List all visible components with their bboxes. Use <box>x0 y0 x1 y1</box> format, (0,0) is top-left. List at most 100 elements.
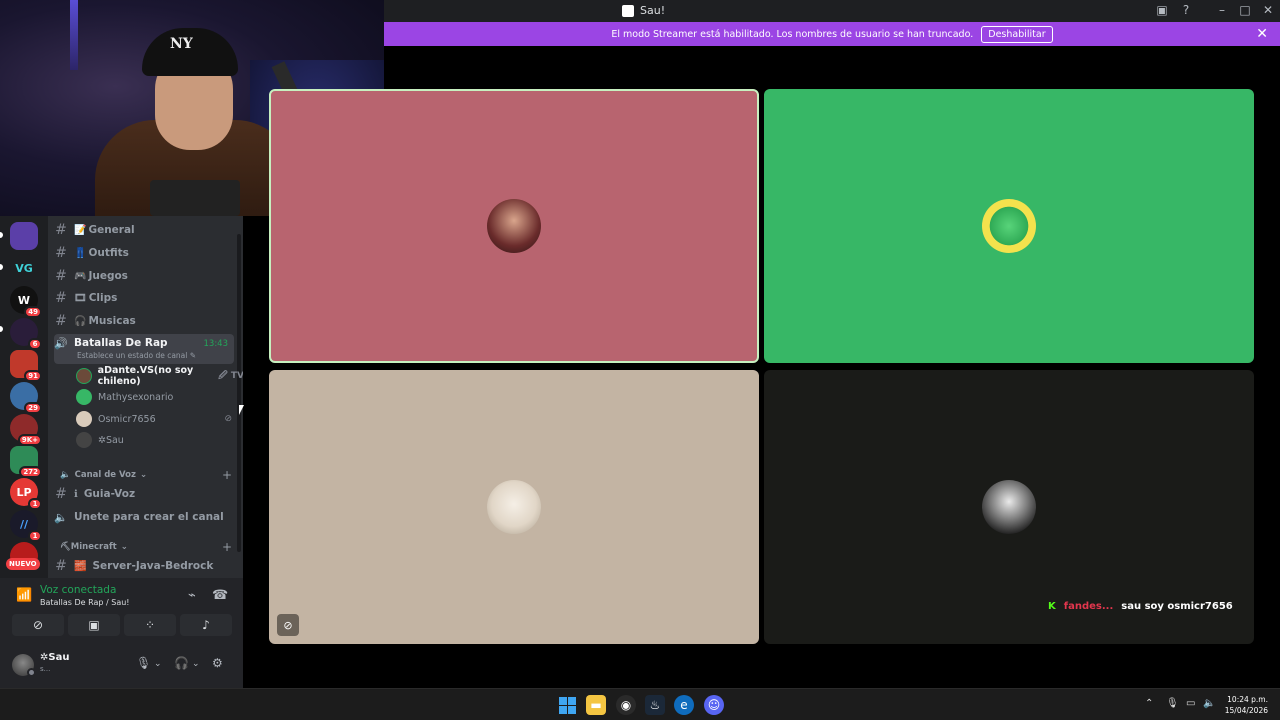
category-canal-de-voz[interactable]: 🔈 Canal de Voz ⌄ + <box>60 468 232 482</box>
channel-juegos[interactable]: # 🎮 Juegos <box>54 265 234 287</box>
windows-icon <box>558 696 576 714</box>
system-clock[interactable]: 10:24 p.m. 15/04/2026 <box>1225 694 1268 716</box>
voice-status: Voz conectada <box>40 584 117 596</box>
chrome-icon[interactable]: ◉ <box>616 695 636 715</box>
camera-button[interactable]: ⊘ <box>12 614 64 636</box>
volume-icon[interactable]: 🔈 <box>1203 698 1215 709</box>
participant-avatar <box>982 199 1036 253</box>
discord-icon[interactable]: ☺ <box>704 695 724 715</box>
channel-name: Clips <box>88 292 118 304</box>
voice-user-name: ✲Sau <box>98 434 124 446</box>
close-window-button[interactable]: ✕ <box>1260 3 1276 17</box>
channel-musicas[interactable]: # 🎧 Musicas <box>54 310 234 332</box>
banner-close-icon[interactable]: ✕ <box>1256 26 1268 42</box>
chevron-down-icon[interactable]: ⌄ <box>154 659 162 669</box>
channel-guia-voz[interactable]: # ℹ Guia-Voz <box>54 483 234 505</box>
add-channel-icon[interactable]: + <box>222 468 232 482</box>
microphone-icon[interactable]: 🎙 <box>136 656 151 670</box>
channel-scrollbar[interactable] <box>237 234 241 552</box>
chevron-up-icon[interactable]: ⌃ <box>1145 698 1153 709</box>
voice-channel-create[interactable]: 🔈 Unete para crear el canal <box>54 506 234 528</box>
participant-avatar <box>982 480 1036 534</box>
voice-user[interactable]: Osmicr7656 ⊘ <box>76 409 236 429</box>
screen-share-icon: ▣ <box>88 618 100 632</box>
server-icon[interactable] <box>10 222 38 250</box>
soundboard-button[interactable]: ♪ <box>180 614 232 636</box>
maximize-button[interactable]: □ <box>1237 3 1253 17</box>
participant-tile[interactable] <box>269 89 759 363</box>
stream-chat-overlay: K fandes... sau soy osmicr7656 <box>1048 601 1233 612</box>
network-icon[interactable]: ▭ <box>1186 698 1195 709</box>
speaker-icon: 🔈 <box>54 510 68 524</box>
voice-location[interactable]: Batallas De Rap / Sau! <box>40 598 130 607</box>
channel-general[interactable]: # 📝 General <box>54 219 234 241</box>
disable-streamer-button[interactable]: Deshabilitar <box>981 25 1053 43</box>
file-explorer-icon[interactable]: ▬ <box>586 695 606 715</box>
microphone-icon[interactable]: 🎙 <box>1166 698 1179 709</box>
channel-name: Guia-Voz <box>83 488 136 500</box>
edge-icon[interactable]: e <box>674 695 694 715</box>
voice-user[interactable]: ✲Sau <box>76 430 236 450</box>
hash-icon: # <box>55 268 67 284</box>
server-icon[interactable]: W 49 <box>10 286 42 318</box>
participant-tile[interactable]: ⊘ <box>269 370 759 644</box>
voice-user[interactable]: aDante.VS(no soy chileno) 🖉 TV <box>76 365 243 387</box>
channel-name: Juegos <box>88 270 128 282</box>
category-minecraft[interactable]: ⛏Minecraft ⌄ + <box>60 540 232 554</box>
app-icon <box>622 4 634 17</box>
voice-channel-batallas[interactable]: 🔊 Batallas De Rap 13:43 Establece un est… <box>54 334 234 364</box>
start-button[interactable] <box>557 695 577 715</box>
server-icon[interactable]: 9K+ <box>10 414 42 446</box>
hash-icon: # <box>55 245 67 261</box>
voice-connection-panel: 📶 Voz conectada Batallas De Rap / Sau! ⌁… <box>0 578 243 688</box>
channel-status-prompt[interactable]: Establece un estado de canal ✎ <box>77 351 196 360</box>
activities-icon: ⁘ <box>144 618 156 632</box>
speaker-icon: 🔊 <box>54 337 68 350</box>
voice-channel-timer: 13:43 <box>203 339 229 349</box>
settings-gear-icon[interactable]: ⚙ <box>212 656 223 670</box>
help-icon[interactable]: ? <box>1178 3 1194 17</box>
cap-logo: NY <box>170 36 193 52</box>
mention-badge: 49 <box>24 306 42 318</box>
deafened-icon: ⊘ <box>277 614 299 636</box>
screen-share-icon[interactable]: ▣ <box>1154 3 1170 17</box>
channel-clips[interactable]: # 🎞 Clips <box>54 287 234 309</box>
category-name: ⛏Minecraft <box>60 542 117 552</box>
signal-icon[interactable]: 📶 <box>16 588 32 603</box>
chevron-down-icon: ⌄ <box>139 470 148 480</box>
voice-user-name: aDante.VS(no soy chileno) <box>97 365 194 387</box>
participant-avatar <box>487 480 541 534</box>
add-channel-icon[interactable]: + <box>222 540 232 554</box>
voice-user[interactable]: Mathysexonario <box>76 387 236 407</box>
share-screen-button[interactable]: ▣ <box>68 614 120 636</box>
voice-user-name: Osmicr7656 <box>98 413 156 425</box>
participant-tile[interactable] <box>764 89 1254 363</box>
steam-icon[interactable]: ♨ <box>645 695 665 715</box>
server-icon[interactable]: 272 <box>10 446 42 478</box>
server-lp[interactable]: LP 1 <box>10 478 42 510</box>
chevron-down-icon[interactable]: ⌄ <box>192 659 200 669</box>
headphones-icon[interactable]: 🎧 <box>174 656 189 670</box>
channel-emoji: 🎮 <box>74 270 87 282</box>
channel-server-java[interactable]: # 🧱 Server-Java-Bedrock <box>54 555 234 577</box>
voice-user-name: Mathysexonario <box>98 391 174 403</box>
screen: Sau! ▣ ? – □ ✕ El modo Streamer está hab… <box>0 0 1280 720</box>
server-icon[interactable]: 91 <box>10 350 42 382</box>
unread-pill <box>0 264 3 270</box>
noise-suppression-icon[interactable]: ⌁ <box>188 588 196 603</box>
server-icon[interactable]: 29 <box>10 382 42 414</box>
channel-outfits[interactable]: # 👖 Outfits <box>54 242 234 264</box>
channel-list: # 📝 General # 👖 Outfits # 🎮 Juegos # 🎞 C… <box>48 216 243 578</box>
mention-badge: 1 <box>28 530 42 542</box>
minimize-button[interactable]: – <box>1214 3 1230 17</box>
disconnect-icon[interactable]: ☎ <box>212 588 228 603</box>
activities-button[interactable]: ⁘ <box>124 614 176 636</box>
taskbar: ▬ ◉ ♨ e ☺ ⌃ 🎙 ▭ 🔈 10:24 p.m. 15/04/2026 <box>0 688 1280 720</box>
server-icon[interactable]: //1 <box>10 510 42 542</box>
server-vg[interactable]: VG <box>10 254 38 282</box>
channel-emoji: 📝 <box>74 224 87 236</box>
window-title-text: Sau! <box>640 4 666 17</box>
mention-badge: 272 <box>19 466 42 478</box>
hash-icon: # <box>55 486 67 502</box>
server-icon[interactable]: 6 <box>10 318 42 350</box>
